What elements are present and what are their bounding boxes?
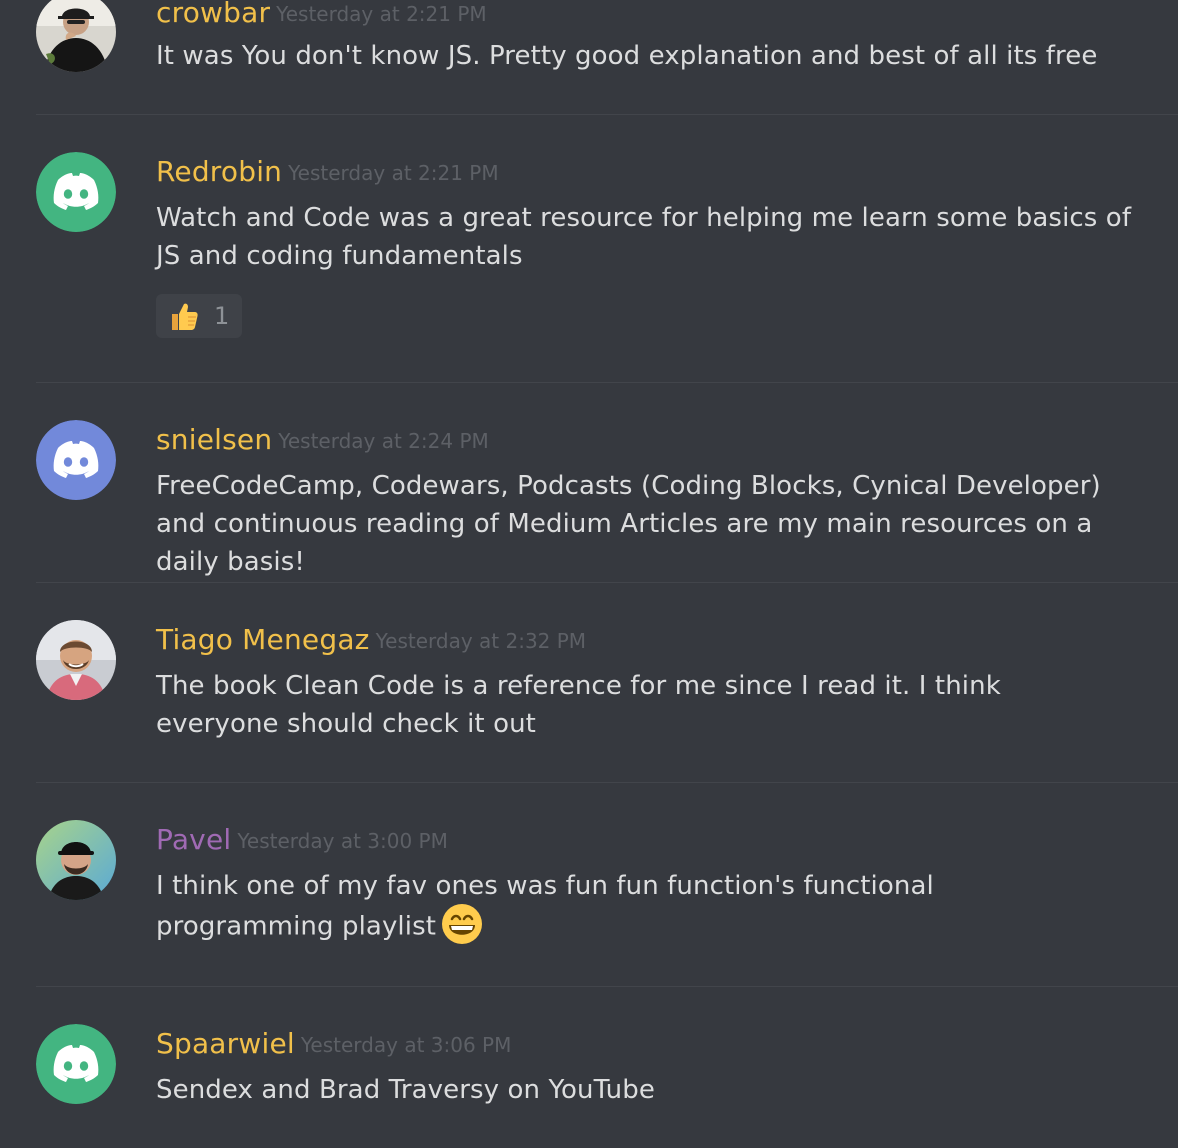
message-divider — [36, 986, 1178, 987]
reaction-count: 1 — [214, 302, 230, 330]
author-name[interactable]: Spaarwiel — [156, 1027, 295, 1060]
message-text: I think one of my fav ones was fun fun f… — [156, 867, 1096, 949]
message-timestamp: Yesterday at 2:32 PM — [375, 629, 587, 653]
message-divider — [36, 114, 1178, 115]
avatar[interactable] — [36, 0, 116, 72]
message-timestamp: Yesterday at 2:21 PM — [276, 2, 487, 26]
discord-logo-icon — [36, 152, 116, 232]
message-timestamp: Yesterday at 3:06 PM — [300, 1033, 512, 1057]
message-text: Watch and Code was a great resource for … — [156, 203, 1132, 271]
message-timestamp: Yesterday at 3:00 PM — [237, 829, 448, 853]
message-timestamp: Yesterday at 2:24 PM — [278, 429, 489, 453]
message-text-content: I think one of my fav ones was fun fun f… — [156, 871, 934, 942]
grinning-face-icon — [440, 902, 484, 946]
message-divider — [36, 382, 1178, 383]
avatar[interactable] — [36, 420, 116, 500]
message-text: The book Clean Code is a reference for m… — [156, 671, 1001, 739]
discord-logo-icon — [36, 1024, 116, 1104]
message-divider — [36, 782, 1178, 783]
reaction-button[interactable]: 1 — [156, 294, 242, 338]
message-text: FreeCodeCamp, Codewars, Podcasts (Coding… — [156, 471, 1101, 577]
avatar[interactable] — [36, 820, 116, 900]
author-name[interactable]: Tiago Menegaz — [156, 623, 370, 656]
message-timestamp: Yesterday at 2:21 PM — [288, 161, 499, 185]
message-divider — [36, 582, 1178, 583]
message-text: Sendex and Brad Traversy on YouTube — [156, 1075, 655, 1105]
avatar[interactable] — [36, 152, 116, 232]
avatar[interactable] — [36, 1024, 116, 1104]
author-name[interactable]: Redrobin — [156, 155, 282, 188]
author-name[interactable]: crowbar — [156, 0, 270, 29]
chat-message-list: crowbar Yesterday at 2:21 PM It was You d… — [0, 0, 1178, 1148]
avatar[interactable] — [36, 620, 116, 700]
author-name[interactable]: snielsen — [156, 423, 272, 456]
message-text: It was You don't know JS. Pretty good ex… — [156, 41, 1098, 71]
author-name[interactable]: Pavel — [156, 823, 231, 856]
thumbs-up-icon — [168, 300, 200, 336]
discord-logo-icon — [36, 420, 116, 500]
